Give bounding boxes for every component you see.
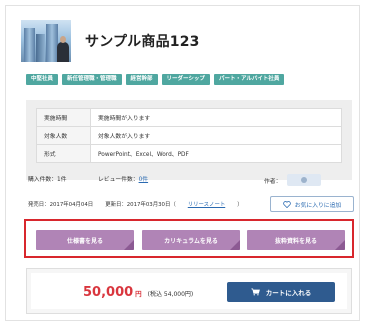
view-spec-button[interactable]: 仕様書を見る <box>36 230 134 250</box>
tag[interactable]: 新任管理職・管理職 <box>62 74 122 85</box>
document-buttons-box: 仕様書を見る カリキュラムを見る 抜粋資料を見る <box>24 219 354 258</box>
info-value: 対象人数が入ります <box>90 126 342 145</box>
tag-list: 中堅社員 新任管理職・管理職 経営幹部 リーダーシップ パート・アルバイト社員 <box>26 74 285 85</box>
purchase-box: 50,000 円 (税込 54,000円) カートに入れる <box>26 268 352 314</box>
price: 50,000 円 (税込 54,000円) <box>83 285 193 300</box>
tag[interactable]: パート・アルバイト社員 <box>213 74 285 85</box>
info-label: 実施時間 <box>36 108 91 127</box>
cart-icon <box>251 288 260 296</box>
info-table: 実施時間 実施時間が入ります 対象人数 対象人数が入ります 形式 PowerPo… <box>36 108 342 163</box>
product-dates: 発売日：2017年04月04日 更新日：2017年03月30日（ リリースノート） <box>28 200 267 208</box>
product-header: サンプル商品123 <box>21 20 200 62</box>
tag[interactable]: 中堅社員 <box>26 74 59 85</box>
purchase-count: 購入件数：1件 <box>28 177 67 183</box>
author: 作者： <box>264 174 322 186</box>
add-favorite-label: お気に入りに追加 <box>294 202 342 209</box>
product-info-box: 実施時間 実施時間が入ります 対象人数 対象人数が入ります 形式 PowerPo… <box>26 100 352 180</box>
product-stats: 購入件数：1件 レビュー件数：0件 作者： <box>28 174 350 186</box>
product-thumbnail <box>21 20 71 62</box>
tag[interactable]: 経営幹部 <box>125 74 158 85</box>
add-favorite-button[interactable]: お気に入りに追加 <box>270 196 354 212</box>
add-to-cart-label: カートに入れる <box>265 289 312 297</box>
table-row: 形式 PowerPoint、Excel、Word、PDF <box>36 144 342 163</box>
price-amount: 50,000 <box>83 285 134 300</box>
updated-date: 更新日：2017年03月30日（ リリースノート） <box>105 202 243 208</box>
view-curriculum-button[interactable]: カリキュラムを見る <box>142 230 240 250</box>
view-excerpt-button[interactable]: 抜粋資料を見る <box>247 230 345 250</box>
info-label: 形式 <box>36 144 91 163</box>
info-value: 実施時間が入ります <box>90 108 342 127</box>
published-date: 発売日：2017年04月04日 <box>28 202 94 208</box>
price-unit: 円 <box>135 290 142 298</box>
author-avatar[interactable] <box>287 174 322 186</box>
release-note-link[interactable]: リリースノート <box>188 202 225 208</box>
review-count: レビュー件数：0件 <box>98 177 149 183</box>
product-title: サンプル商品123 <box>85 34 200 50</box>
info-value: PowerPoint、Excel、Word、PDF <box>90 144 342 163</box>
table-row: 実施時間 実施時間が入ります <box>36 108 342 127</box>
info-label: 対象人数 <box>36 126 91 145</box>
add-to-cart-button[interactable]: カートに入れる <box>227 282 335 302</box>
heart-icon <box>283 200 291 208</box>
price-tax-note: (税込 54,000円) <box>147 291 194 298</box>
tag[interactable]: リーダーシップ <box>161 74 210 85</box>
product-card: サンプル商品123 中堅社員 新任管理職・管理職 経営幹部 リーダーシップ パー… <box>5 5 360 321</box>
review-count-link[interactable]: 0件 <box>139 177 149 183</box>
table-row: 対象人数 対象人数が入ります <box>36 126 342 145</box>
